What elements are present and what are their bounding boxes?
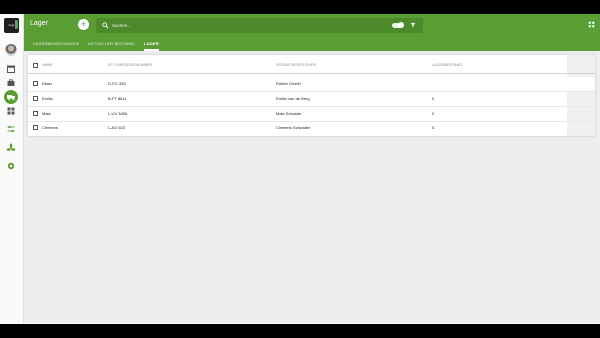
- add-button[interactable]: +: [78, 19, 89, 30]
- cell-stock: 0: [432, 96, 435, 101]
- cell-stock: 0: [432, 125, 435, 130]
- row-checkbox[interactable]: [33, 96, 38, 101]
- page-title: Lager: [30, 20, 48, 27]
- search-input[interactable]: [112, 20, 312, 31]
- cell-responsible: Rößler GmbH: [276, 81, 301, 86]
- app-header: Lager + LAGERBEWEGUNGEN AKTUELLER BESTAN…: [24, 14, 600, 51]
- warehouse-table: NAME ID / FAHRZEUGNUMMER VERANTWORTLICHE…: [28, 55, 595, 136]
- cell-name: Clemens: [42, 125, 58, 130]
- search-bar: [96, 18, 423, 33]
- sidebar: logo: [0, 14, 24, 324]
- briefcase-icon[interactable]: [6, 78, 16, 88]
- row-checkbox[interactable]: [33, 111, 38, 116]
- cell-responsible: Clemens Schwalbe: [276, 125, 311, 130]
- filter-icon[interactable]: [410, 22, 416, 28]
- cell-id: L-AO 623: [108, 125, 126, 130]
- calendar-icon[interactable]: [6, 64, 16, 74]
- header-responsible[interactable]: VERANTWORTLICHER: [276, 63, 316, 67]
- select-all-checkbox[interactable]: [33, 63, 38, 68]
- cell-name: Emilio: [42, 96, 53, 101]
- gear-icon[interactable]: [6, 161, 16, 171]
- grid-view-icon[interactable]: [588, 21, 595, 28]
- bottom-edge: [0, 323, 600, 324]
- tune-icon[interactable]: [6, 124, 16, 134]
- search-icon: [102, 21, 109, 29]
- cell-responsible: Mats Schuster: [276, 111, 302, 116]
- cell-name: Kilian: [42, 81, 52, 86]
- table-row[interactable]: Mats L-UV 3458 Mats Schuster 0: [28, 107, 595, 122]
- dashboard-icon[interactable]: [6, 106, 16, 116]
- tab-lager[interactable]: LAGER: [144, 41, 159, 51]
- logo-accent: [15, 20, 18, 29]
- cell-stock: 0: [432, 111, 435, 116]
- search-toggle[interactable]: [392, 22, 404, 28]
- logo-text: logo: [8, 23, 15, 27]
- header-name[interactable]: NAME: [42, 63, 53, 67]
- cell-responsible: Emilio van de Berg: [276, 96, 310, 101]
- avatar[interactable]: [5, 44, 17, 56]
- tab-aktueller-bestand[interactable]: AKTUELLER BESTAND: [88, 41, 134, 46]
- cell-id: D-FG 335: [108, 81, 126, 86]
- cell-name: Mats: [42, 111, 51, 116]
- table-row[interactable]: Kilian D-FG 335 Rößler GmbH: [28, 77, 595, 92]
- cell-id: B-FT 8611: [108, 96, 127, 101]
- row-checkbox[interactable]: [33, 125, 38, 130]
- fan-icon[interactable]: [6, 143, 16, 153]
- table-header: NAME ID / FAHRZEUGNUMMER VERANTWORTLICHE…: [28, 59, 595, 74]
- truck-icon[interactable]: [6, 92, 16, 102]
- row-checkbox[interactable]: [33, 81, 38, 86]
- table-row[interactable]: Clemens L-AO 623 Clemens Schwalbe 0: [28, 121, 595, 136]
- cell-id: L-UV 3458: [108, 111, 128, 116]
- table-row[interactable]: Emilio B-FT 8611 Emilio van de Berg 0: [28, 92, 595, 107]
- tab-lagerbewegungen[interactable]: LAGERBEWEGUNGEN: [33, 41, 79, 46]
- header-id[interactable]: ID / FAHRZEUGNUMMER: [108, 63, 152, 67]
- header-stock[interactable]: LAGERBESTAND: [432, 63, 462, 67]
- app-window: logo Lager + Suchen... LAGERBEWEGUNGEN A…: [0, 14, 600, 324]
